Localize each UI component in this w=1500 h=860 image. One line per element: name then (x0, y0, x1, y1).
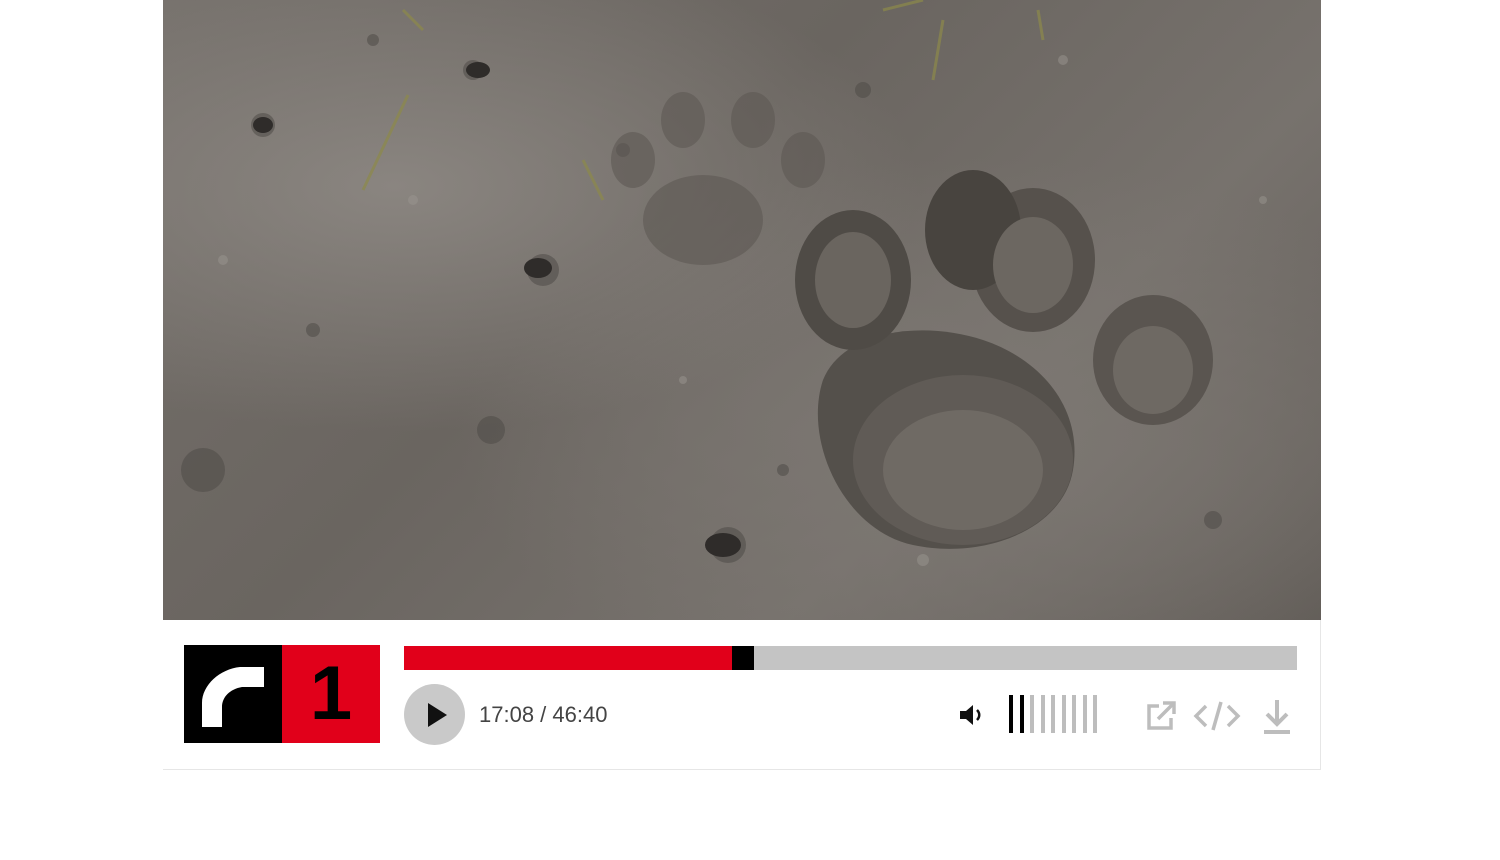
logo-black-square (184, 645, 282, 743)
logo-red-square: 1 (282, 645, 380, 743)
progress-bar[interactable] (404, 646, 1297, 670)
download-icon[interactable] (1261, 698, 1293, 741)
volume-bar[interactable] (1093, 695, 1097, 733)
volume-bar[interactable] (1040, 695, 1045, 733)
time-display: 17:08 / 46:40 (479, 702, 608, 727)
volume-bar[interactable] (1082, 695, 1087, 733)
speaker-icon[interactable] (956, 700, 986, 735)
volume-bar[interactable] (1009, 695, 1013, 733)
volume-bar[interactable] (1019, 695, 1024, 733)
radio-wave-icon (202, 667, 264, 727)
audio-player: 1 17:08 / 46:40 (163, 0, 1321, 770)
volume-bar[interactable] (1030, 695, 1034, 733)
station-logo[interactable]: 1 (184, 645, 380, 743)
cover-image (163, 0, 1321, 620)
external-link-icon[interactable] (1143, 698, 1179, 739)
volume-slider[interactable] (1009, 695, 1105, 735)
volume-bar[interactable] (1051, 695, 1055, 733)
play-icon (428, 703, 447, 727)
volume-bar[interactable] (1061, 695, 1066, 733)
progress-played (404, 646, 732, 670)
logo-number: 1 (309, 651, 353, 736)
volume-bar[interactable] (1072, 695, 1076, 733)
play-button[interactable] (404, 684, 465, 745)
progress-handle[interactable] (732, 646, 754, 670)
embed-code-icon[interactable] (1193, 700, 1241, 737)
